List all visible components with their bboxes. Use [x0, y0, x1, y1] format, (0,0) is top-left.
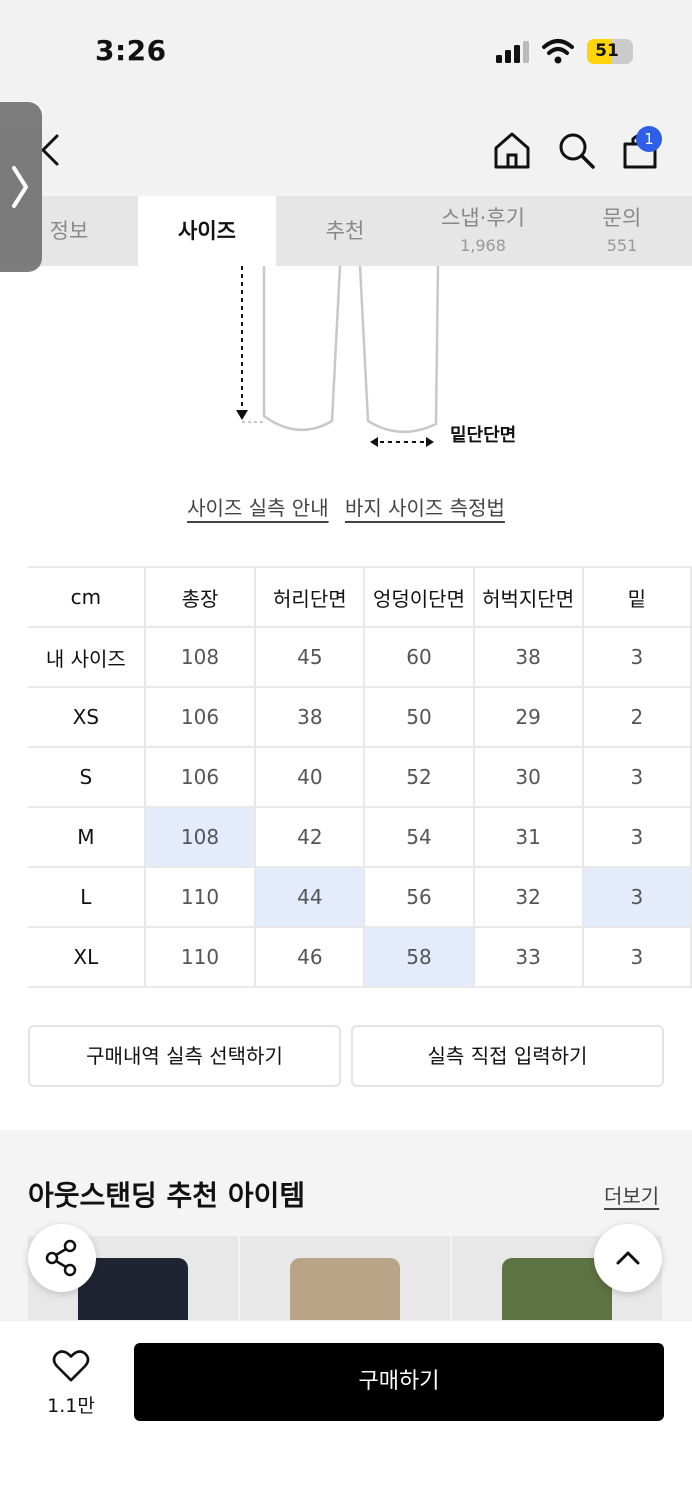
recommend-item-thumbnail[interactable] [240, 1236, 450, 1320]
table-row: S 106 40 52 30 3 [28, 747, 692, 808]
select-purchase-size-button[interactable]: 구매내역 실측 선택하기 [28, 1025, 341, 1087]
table-cell: 50 [364, 687, 475, 748]
size-label-cell: M [28, 807, 146, 868]
status-time: 3:26 [95, 34, 167, 67]
app-header [0, 100, 692, 196]
recommend-more-link[interactable]: 더보기 [604, 1180, 659, 1209]
tab-label: 추천 [325, 219, 365, 243]
table-cell: 32 [473, 867, 584, 928]
size-guide-links: 사이즈 실측 안내 바지 사이즈 측정법 [0, 492, 692, 521]
table-row: XS 106 38 50 29 2 [28, 687, 692, 748]
size-label-cell: L [28, 867, 146, 928]
table-cell: 46 [255, 927, 366, 988]
product-image [290, 1258, 400, 1320]
share-icon [45, 1239, 77, 1277]
table-row: 내 사이즈 108 45 60 38 3 [28, 627, 692, 688]
direct-input-size-button[interactable]: 실측 직접 입력하기 [351, 1025, 664, 1087]
recommend-title: 아웃스탠딩 추천 아이템 [28, 1179, 306, 1212]
table-cell: 31 [473, 807, 584, 868]
table-header-cell: cm [28, 566, 146, 628]
hem-width-label: 밑단단면 [450, 425, 516, 446]
like-count: 1.1만 [47, 1395, 95, 1417]
heart-icon [52, 1350, 90, 1382]
table-cell: 106 [144, 687, 257, 748]
table-cell: 56 [364, 867, 475, 928]
chevron-up-icon [616, 1251, 640, 1265]
table-cell-highlighted: 58 [364, 927, 475, 988]
table-cell: 38 [473, 627, 584, 688]
table-cell: 3 [582, 747, 692, 808]
table-row: L 110 44 56 32 3 [28, 867, 692, 928]
table-cell: 108 [144, 627, 257, 688]
cart-count-badge: 1 [636, 126, 662, 152]
size-label-cell: XL [28, 927, 146, 988]
size-table-scroll[interactable]: cm 총장 허리단면 엉덩이단면 허벅지단면 밑 내 사이즈 108 45 60… [0, 560, 692, 1000]
size-label-cell: XS [28, 687, 146, 748]
table-header-row: cm 총장 허리단면 엉덩이단면 허벅지단면 밑 [28, 566, 692, 628]
buy-button[interactable]: 구매하기 [134, 1343, 664, 1421]
table-cell: 42 [255, 807, 366, 868]
wifi-icon [542, 39, 574, 64]
table-cell: 3 [582, 627, 692, 688]
share-button[interactable] [28, 1224, 96, 1292]
table-cell: 29 [473, 687, 584, 748]
battery-level: 51 [595, 41, 619, 61]
table-cell-highlighted: 44 [255, 867, 366, 928]
table-cell-highlighted: 3 [582, 867, 692, 928]
table-cell: 106 [144, 747, 257, 808]
bottom-purchase-bar: 1.1만 구매하기 [0, 1320, 692, 1500]
table-cell: 40 [255, 747, 366, 808]
tab-count: 551 [606, 236, 638, 255]
battery-indicator: 51 [587, 39, 633, 64]
table-cell: 30 [473, 747, 584, 808]
tab-count: 1,968 [460, 236, 506, 255]
table-cell: 110 [144, 867, 257, 928]
size-label-cell: S [28, 747, 146, 808]
home-icon[interactable] [492, 130, 532, 170]
tab-label: 문의 [602, 206, 642, 230]
tab-snap-review[interactable]: 스냅·후기 1,968 [414, 196, 552, 266]
table-cell: 38 [255, 687, 366, 748]
table-cell: 52 [364, 747, 475, 808]
table-row: XL 110 46 58 33 3 [28, 927, 692, 988]
product-tabs: 정보 사이즈 추천 스냅·후기 1,968 문의 551 [0, 196, 692, 266]
cellular-signal-icon [496, 41, 529, 63]
tab-size[interactable]: 사이즈 [138, 196, 276, 266]
table-cell: 54 [364, 807, 475, 868]
tab-label: 사이즈 [178, 219, 236, 243]
table-cell: 60 [364, 627, 475, 688]
tab-recommend[interactable]: 추천 [276, 196, 414, 266]
table-cell: 45 [255, 627, 366, 688]
table-header-cell: 밑 [582, 566, 692, 628]
chevron-right-icon [12, 166, 28, 208]
back-arrow-icon[interactable] [40, 134, 60, 166]
table-cell: 3 [582, 927, 692, 988]
scroll-top-button[interactable] [594, 1224, 662, 1292]
tab-label: 스냅·후기 [441, 206, 525, 230]
table-cell: 33 [473, 927, 584, 988]
table-cell: 2 [582, 687, 692, 748]
size-label-cell: 내 사이즈 [28, 627, 146, 688]
like-button[interactable]: 1.1만 [36, 1349, 106, 1418]
table-cell: 3 [582, 807, 692, 868]
table-header-cell: 허벅지단면 [473, 566, 584, 628]
table-cell-highlighted: 108 [144, 807, 257, 868]
pants-measurement-diagram: 밑단단면 [236, 266, 516, 447]
table-header-cell: 허리단면 [255, 566, 366, 628]
size-table: cm 총장 허리단면 엉덩이단면 허벅지단면 밑 내 사이즈 108 45 60… [28, 566, 692, 988]
status-bar: 3:26 51 [0, 0, 692, 100]
table-cell: 110 [144, 927, 257, 988]
side-panel-handle[interactable] [0, 102, 42, 272]
tab-inquiry[interactable]: 문의 551 [552, 196, 692, 266]
table-header-cell: 엉덩이단면 [364, 566, 475, 628]
table-row: M 108 42 54 31 3 [28, 807, 692, 868]
search-icon[interactable] [556, 130, 596, 170]
pants-measure-link[interactable]: 바지 사이즈 측정법 [345, 496, 505, 520]
actual-size-guide-link[interactable]: 사이즈 실측 안내 [187, 496, 329, 520]
table-header-cell: 총장 [144, 566, 257, 628]
